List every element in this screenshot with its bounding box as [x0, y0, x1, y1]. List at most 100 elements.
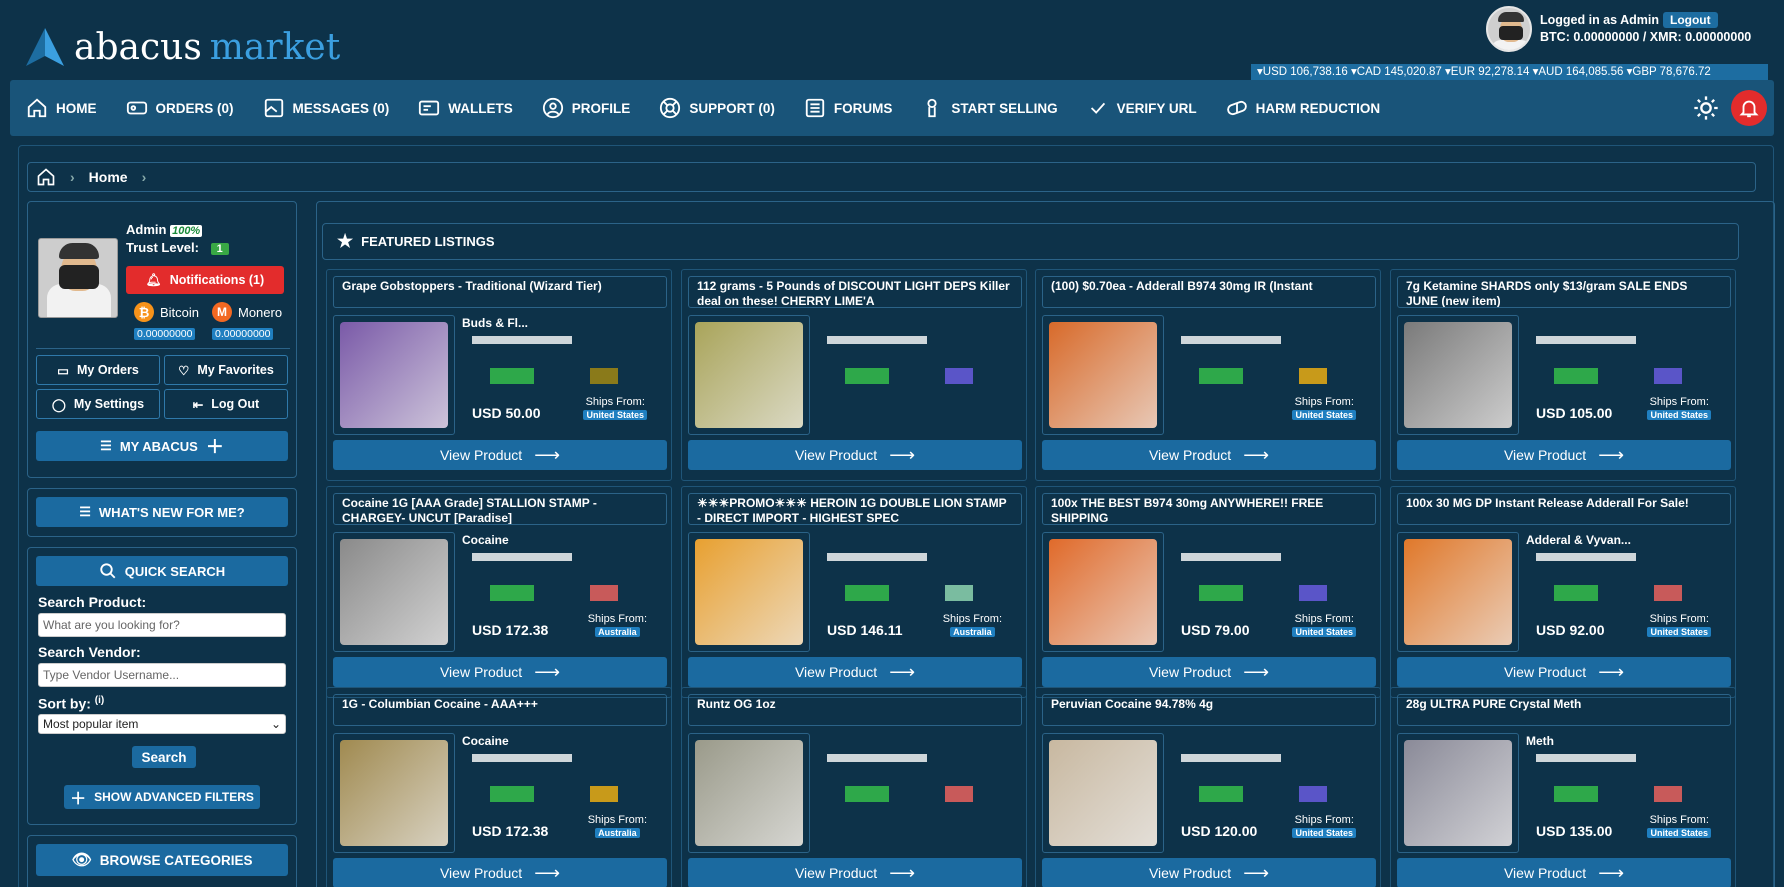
- nav-messages[interactable]: MESSAGES (0): [263, 97, 389, 119]
- product-image[interactable]: [1404, 539, 1512, 645]
- browse-categories-panel: 👁︎ BROWSE CATEGORIES: [27, 835, 297, 887]
- whats-new-button[interactable]: ☰ WHAT'S NEW FOR ME?: [36, 497, 288, 527]
- product-title[interactable]: ☀☀☀PROMO☀☀☀ HEROIN 1G DOUBLE LION STAMP …: [688, 493, 1022, 525]
- user-avatar[interactable]: [1486, 6, 1532, 52]
- product-title[interactable]: Cocaine 1G [AAA Grade] STALLION STAMP - …: [333, 493, 667, 525]
- search-button[interactable]: Search: [132, 746, 196, 768]
- profile-name: Admin: [126, 222, 167, 237]
- nav-start-selling[interactable]: START SELLING: [921, 97, 1058, 119]
- logout-button[interactable]: Logout: [1662, 12, 1718, 28]
- view-product-button[interactable]: View Product ⟶: [1397, 440, 1731, 470]
- ships-from-country: United States: [1292, 828, 1356, 838]
- my-abacus-button[interactable]: ☰ MY ABACUS ＋: [36, 431, 288, 461]
- my-orders-button[interactable]: ▭ My Orders: [36, 355, 160, 385]
- product-title[interactable]: (100) $0.70ea - Adderall B974 30mg IR (I…: [1042, 276, 1376, 308]
- logged-in-text: Logged in as Admin: [1540, 13, 1659, 27]
- product-price: USD 172.38: [472, 622, 549, 638]
- product-image[interactable]: [340, 740, 448, 846]
- view-product-button[interactable]: View Product ⟶: [1042, 657, 1376, 687]
- view-product-button[interactable]: View Product ⟶: [333, 657, 667, 687]
- product-image[interactable]: [695, 322, 803, 428]
- product-title[interactable]: Peruvian Cocaine 94.78% 4g: [1042, 694, 1376, 726]
- vendor-name[interactable]: Adderal & Vyvan...: [1526, 533, 1731, 547]
- product-image[interactable]: [695, 539, 803, 645]
- view-product-button[interactable]: View Product ⟶: [1397, 858, 1731, 887]
- nav-wallets[interactable]: WALLETS: [418, 97, 513, 119]
- product-card: Peruvian Cocaine 94.78% 4g USD 120.00 Sh…: [1035, 687, 1381, 887]
- product-image-frame: [1397, 315, 1519, 435]
- ships-from: Ships From: United States: [1647, 396, 1711, 422]
- ships-from: Ships From: Australia: [942, 613, 1002, 637]
- product-title[interactable]: 1G - Columbian Cocaine - AAA+++: [333, 694, 667, 726]
- product-image[interactable]: [695, 740, 803, 846]
- log-out-button[interactable]: ⇤ Log Out: [164, 389, 288, 419]
- my-settings-button[interactable]: ◯ My Settings: [36, 389, 160, 419]
- product-title[interactable]: 100x THE BEST B974 30mg ANYWHERE!! FREE …: [1042, 493, 1376, 525]
- view-product-button[interactable]: View Product ⟶: [688, 858, 1022, 887]
- view-product-button[interactable]: View Product ⟶: [1397, 657, 1731, 687]
- redacted-text: [827, 553, 927, 561]
- view-product-button[interactable]: View Product ⟶: [1042, 858, 1376, 887]
- product-image[interactable]: [1049, 322, 1157, 428]
- view-product-button[interactable]: View Product ⟶: [1042, 440, 1376, 470]
- rating-bar: [1299, 585, 1327, 601]
- home-breadcrumb-icon[interactable]: [36, 167, 56, 187]
- ships-from: Ships From: United States: [1292, 613, 1356, 639]
- product-title[interactable]: 7g Ketamine SHARDS only $13/gram SALE EN…: [1397, 276, 1731, 308]
- nav-forums[interactable]: FORUMS: [804, 97, 892, 119]
- sort-label: Sort by:: [38, 695, 91, 712]
- arrow-right-icon: ⟶: [889, 862, 916, 883]
- product-image[interactable]: [1404, 322, 1512, 428]
- product-title[interactable]: 100x 30 MG DP Instant Release Adderall F…: [1397, 493, 1731, 525]
- ships-from-country: United States: [1292, 627, 1356, 637]
- sort-info-icon[interactable]: (i): [95, 695, 104, 706]
- notifications-button[interactable]: 🔔︎ Notifications (1): [126, 266, 284, 294]
- product-title[interactable]: 28g ULTRA PURE Crystal Meth: [1397, 694, 1731, 726]
- nav-verify-url[interactable]: VERIFY URL: [1087, 97, 1197, 119]
- vendor-name[interactable]: Meth: [1526, 734, 1731, 748]
- redacted-text: [827, 754, 927, 762]
- product-image[interactable]: [340, 539, 448, 645]
- product-price: USD 50.00: [472, 405, 541, 421]
- vendor-name[interactable]: Buds & Fl...: [462, 316, 667, 330]
- product-image[interactable]: [1049, 539, 1157, 645]
- nav-profile[interactable]: PROFILE: [542, 97, 630, 119]
- browse-categories-button[interactable]: 👁︎ BROWSE CATEGORIES: [36, 844, 288, 876]
- heart-icon: ♡: [178, 363, 190, 378]
- theme-toggle-sun-icon[interactable]: [1692, 94, 1720, 125]
- product-image[interactable]: [1049, 740, 1157, 846]
- view-product-button[interactable]: View Product ⟶: [688, 440, 1022, 470]
- vendor-name[interactable]: Cocaine: [462, 533, 667, 547]
- advanced-filters-button[interactable]: ＋ SHOW ADVANCED FILTERS: [64, 785, 260, 809]
- view-product-button[interactable]: View Product ⟶: [688, 657, 1022, 687]
- breadcrumb-current[interactable]: Home: [89, 169, 128, 185]
- search-product-input[interactable]: What are you looking for?: [38, 613, 286, 637]
- vendor-name[interactable]: Cocaine: [462, 734, 667, 748]
- bitcoin-icon: ₿: [134, 302, 154, 322]
- search-vendor-label: Search Vendor:: [38, 644, 141, 660]
- nav-harm-reduction[interactable]: HARM REDUCTION: [1226, 97, 1380, 119]
- view-product-button[interactable]: View Product ⟶: [333, 858, 667, 887]
- sort-select[interactable]: Most popular item ⌄: [38, 714, 286, 734]
- view-product-button[interactable]: View Product ⟶: [333, 440, 667, 470]
- nav-home[interactable]: HOME: [26, 97, 97, 119]
- chevron-right-icon: ›: [70, 169, 75, 185]
- product-card: 1G - Columbian Cocaine - AAA+++ Cocaine …: [326, 687, 672, 887]
- product-image[interactable]: [340, 322, 448, 428]
- product-image[interactable]: [1404, 740, 1512, 846]
- site-logo[interactable]: abacus market: [24, 26, 340, 68]
- quick-search-panel: QUICK SEARCH Search Product: What are yo…: [27, 547, 297, 825]
- my-favorites-button[interactable]: ♡ My Favorites: [164, 355, 288, 385]
- arrow-right-icon: ⟶: [1243, 661, 1270, 682]
- bitcoin-label: Bitcoin: [160, 304, 200, 320]
- ships-from: Ships From: United States: [1647, 613, 1711, 639]
- product-title[interactable]: 112 grams - 5 Pounds of DISCOUNT LIGHT D…: [688, 276, 1022, 308]
- product-title[interactable]: Grape Gobstoppers - Traditional (Wizard …: [333, 276, 667, 308]
- product-title[interactable]: Runtz OG 1oz: [688, 694, 1022, 726]
- quick-search-button[interactable]: QUICK SEARCH: [36, 556, 288, 586]
- nav-orders[interactable]: ORDERS (0): [126, 97, 234, 119]
- product-price: USD 105.00: [1536, 405, 1613, 421]
- notifications-bell-icon[interactable]: [1731, 90, 1767, 126]
- search-vendor-input[interactable]: Type Vendor Username...: [38, 663, 286, 687]
- nav-support[interactable]: SUPPORT (0): [659, 97, 775, 119]
